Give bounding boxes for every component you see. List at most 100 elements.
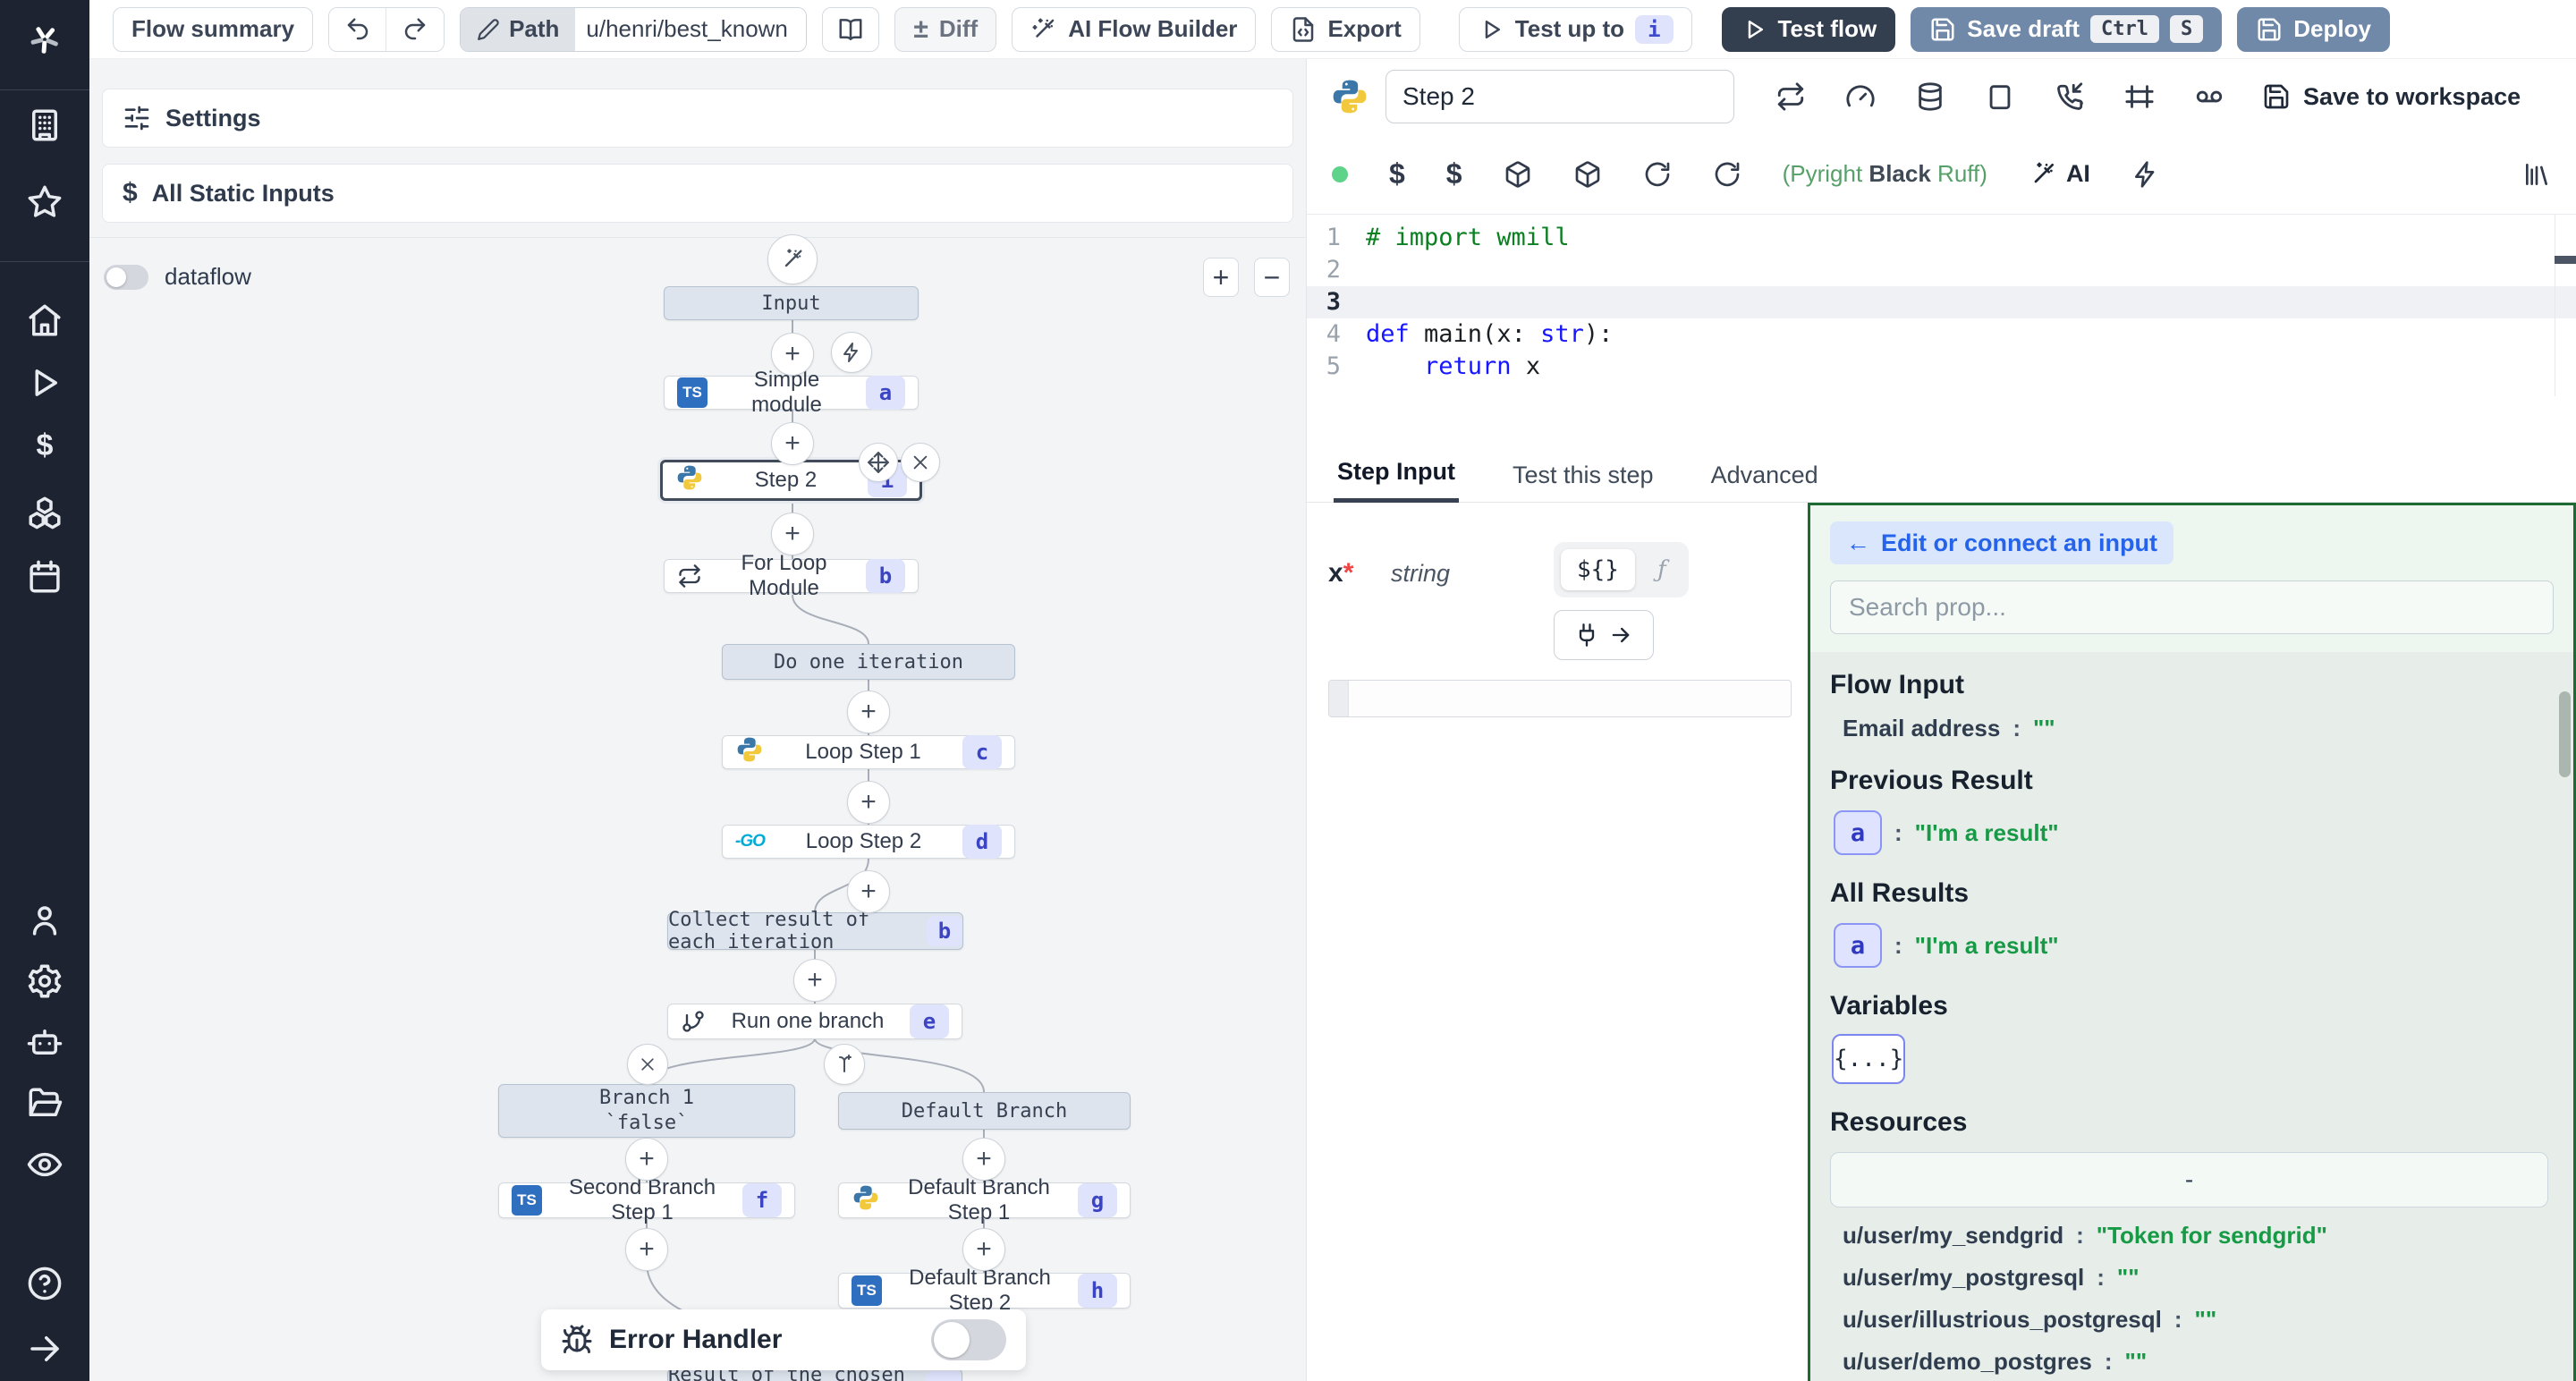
ai-wand-node-button[interactable]: [767, 234, 818, 284]
ai-assistant-button[interactable]: AI: [2029, 160, 2090, 189]
reload-icon[interactable]: [1643, 160, 1672, 189]
assets-dollar-icon[interactable]: $: [1389, 157, 1405, 191]
insert-step-button[interactable]: +: [793, 959, 836, 1002]
error-handler-toggle[interactable]: [931, 1319, 1006, 1360]
resource-row[interactable]: u/user/demo_postgres:"": [1830, 1348, 2554, 1376]
retry-repeat-icon[interactable]: [1775, 81, 1806, 112]
concurrency-voicemail-icon[interactable]: [2194, 81, 2224, 112]
node-default-branch[interactable]: Default Branch: [838, 1092, 1131, 1130]
expr-mode-button[interactable]: ${}: [1561, 549, 1635, 590]
database-cache-icon[interactable]: [1915, 81, 1945, 112]
audit-eye-icon[interactable]: [26, 1146, 64, 1183]
node-loop-step2[interactable]: -GO Loop Step 2 d: [722, 825, 1015, 859]
node-loop-step1[interactable]: Loop Step 1 c: [722, 735, 1015, 769]
insert-step-button[interactable]: +: [771, 333, 814, 376]
node-second-branch-step1[interactable]: TS Second Branch Step 1 f: [498, 1182, 795, 1218]
node-default-branch-step1[interactable]: Default Branch Step 1 g: [838, 1182, 1131, 1218]
insert-step-button[interactable]: +: [847, 781, 890, 824]
variables-expand-badge[interactable]: {...}: [1832, 1034, 1905, 1084]
user-icon[interactable]: [26, 902, 64, 939]
windmill-logo-icon[interactable]: [26, 21, 64, 58]
flow-summary-button[interactable]: Flow summary: [113, 7, 313, 52]
step-name-input[interactable]: [1385, 70, 1734, 123]
early-stop-frame-icon[interactable]: [2124, 81, 2155, 112]
resource-row[interactable]: u/user/my_postgresql:"": [1830, 1264, 2554, 1292]
insert-step-button[interactable]: +: [962, 1228, 1005, 1271]
help-icon[interactable]: [26, 1265, 64, 1302]
path-input[interactable]: [575, 8, 806, 51]
resource-row[interactable]: u/user/my_sendgrid:"Token for sendgrid": [1830, 1222, 2554, 1250]
move-step-button[interactable]: [859, 443, 898, 482]
panel-scrollbar[interactable]: [2559, 691, 2571, 777]
ai-flow-builder-button[interactable]: AI Flow Builder: [1012, 7, 1256, 52]
favorites-star-icon[interactable]: [26, 183, 64, 221]
node-run-one-branch[interactable]: Run one branch e: [667, 1004, 962, 1039]
remove-branch-button[interactable]: [627, 1044, 668, 1085]
test-flow-button[interactable]: Test flow: [1722, 7, 1896, 52]
node-do-one-iteration[interactable]: Do one iteration: [722, 644, 1015, 680]
node-simple-module[interactable]: TS Simple module a: [664, 376, 919, 410]
insert-step-button[interactable]: +: [771, 422, 814, 465]
code-editor[interactable]: 1# import wmill 2 3 4def main(x: str): 5…: [1307, 215, 2576, 450]
settings-gear-icon[interactable]: [26, 962, 64, 1000]
tab-advanced[interactable]: Advanced: [1707, 462, 1822, 502]
tab-test-this-step[interactable]: Test this step: [1509, 462, 1657, 502]
package-icon[interactable]: [1504, 160, 1532, 189]
reload-icon[interactable]: [1713, 160, 1741, 189]
variables-dollar-icon[interactable]: $: [26, 428, 64, 466]
resource-row[interactable]: u/user/illustrious_postgresql:"": [1830, 1306, 2554, 1334]
folder-icon[interactable]: [26, 1085, 64, 1123]
package-icon[interactable]: [1573, 160, 1602, 189]
node-default-branch-step2[interactable]: TS Default Branch Step 2 h: [838, 1273, 1131, 1309]
resources-boxes-icon[interactable]: [26, 494, 64, 531]
connect-input-button[interactable]: [1554, 610, 1654, 660]
prop-row[interactable]: Email address : "": [1830, 715, 2554, 742]
collapse-arrow-icon[interactable]: [26, 1330, 64, 1368]
workspace-building-icon[interactable]: [26, 106, 64, 144]
result-key-badge[interactable]: a: [1834, 923, 1882, 968]
insert-step-button[interactable]: +: [962, 1138, 1005, 1181]
insert-step-button[interactable]: +: [847, 870, 890, 913]
schedules-calendar-icon[interactable]: [26, 558, 64, 596]
node-result-branch[interactable]: Result of the chosen branch e: [667, 1368, 962, 1381]
export-button[interactable]: Export: [1271, 7, 1419, 52]
tab-step-input[interactable]: Step Input: [1334, 458, 1459, 503]
insert-step-button[interactable]: +: [847, 690, 890, 733]
back-edit-connect-button[interactable]: ← Edit or connect an input: [1830, 521, 2174, 564]
editor-minimap[interactable]: [2555, 215, 2576, 396]
arg-value-input[interactable]: [1328, 680, 1792, 717]
suspend-phone-icon[interactable]: [2055, 81, 2085, 112]
insert-step-button[interactable]: +: [625, 1228, 668, 1271]
save-to-workspace-button[interactable]: Save to workspace: [2262, 82, 2521, 111]
diff-button[interactable]: ±Diff: [894, 7, 996, 52]
trigger-bolt-button[interactable]: [831, 332, 872, 373]
workers-robot-icon[interactable]: [26, 1023, 64, 1061]
result-key-badge[interactable]: a: [1834, 810, 1882, 855]
delete-step-button[interactable]: [901, 443, 940, 482]
docs-book-button[interactable]: [822, 7, 879, 52]
resource-select[interactable]: -: [1830, 1152, 2548, 1207]
assets-dollar-icon[interactable]: $: [1446, 157, 1462, 191]
gauge-icon[interactable]: [1845, 81, 1876, 112]
search-prop-input[interactable]: [1830, 580, 2554, 634]
mock-square-icon[interactable]: [1985, 81, 2015, 112]
save-draft-button[interactable]: Save draft Ctrl S: [1911, 7, 2222, 52]
node-input[interactable]: Input: [664, 286, 919, 320]
path-label[interactable]: Path: [461, 8, 575, 51]
runs-play-icon[interactable]: [26, 364, 64, 402]
add-branch-button[interactable]: [824, 1044, 865, 1085]
zap-icon[interactable]: [2131, 160, 2160, 189]
library-icon[interactable]: [2522, 160, 2551, 189]
insert-step-button[interactable]: +: [771, 513, 814, 555]
home-icon[interactable]: [26, 301, 64, 339]
insert-step-button[interactable]: +: [625, 1138, 668, 1181]
node-branch1[interactable]: Branch 1 `false`: [498, 1084, 795, 1138]
deploy-button[interactable]: Deploy: [2237, 7, 2390, 52]
undo-button[interactable]: [329, 8, 386, 51]
prop-row[interactable]: a : "I'm a result": [1830, 810, 2554, 855]
redo-button[interactable]: [386, 8, 444, 51]
test-up-to-button[interactable]: Test up to i: [1459, 7, 1692, 52]
node-for-loop[interactable]: For Loop Module b: [664, 559, 919, 593]
prop-row[interactable]: a : "I'm a result": [1830, 923, 2554, 968]
node-collect-result[interactable]: Collect result of each iteration b: [667, 912, 963, 950]
